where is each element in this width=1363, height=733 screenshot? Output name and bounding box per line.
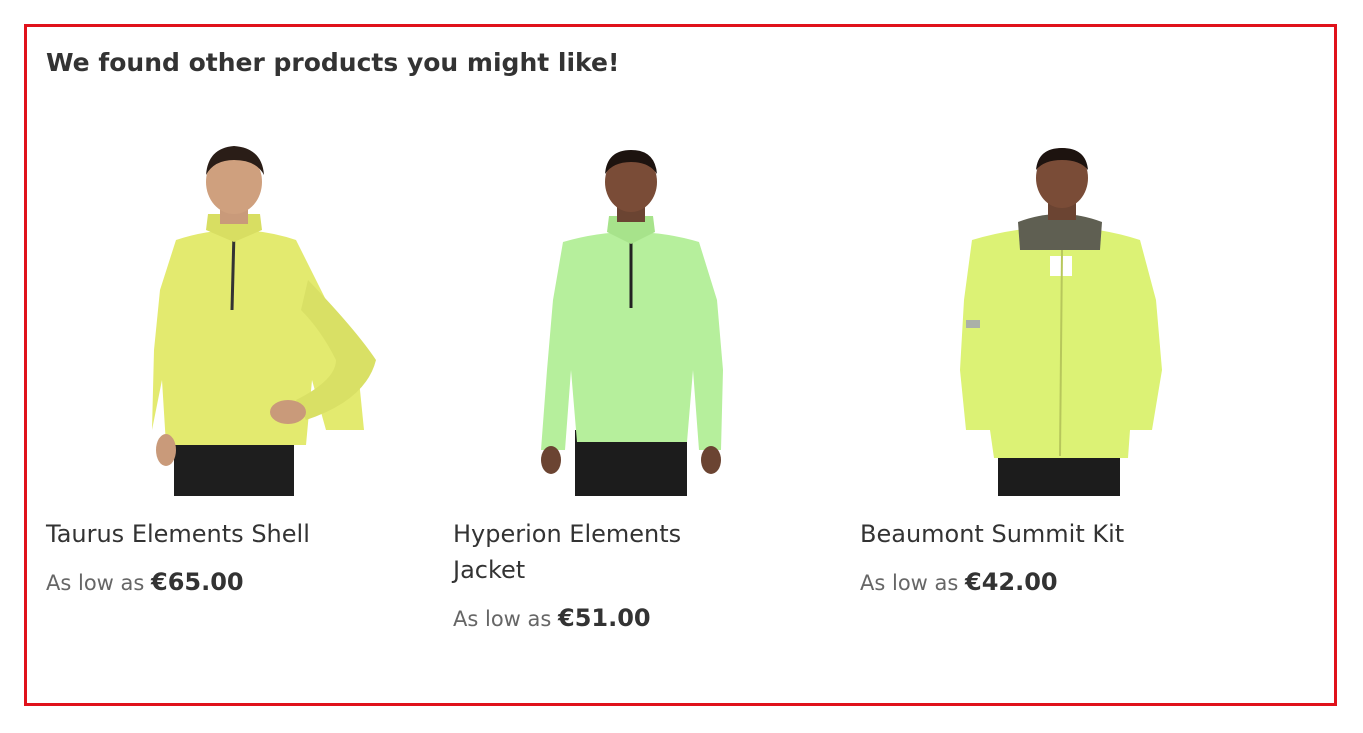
price-box: As low as €65.00 xyxy=(46,568,406,596)
product-card[interactable]: Hyperion Elements Jacket As low as €51.0… xyxy=(453,130,813,632)
price-prefix: As low as xyxy=(46,571,145,595)
price-box: As low as €42.00 xyxy=(860,568,1220,596)
product-name-link[interactable]: Hyperion Elements Jacket xyxy=(453,516,753,588)
person-photo-icon xyxy=(960,148,1162,496)
product-card[interactable]: Beaumont Summit Kit As low as €42.00 xyxy=(860,130,1220,596)
product-name-link[interactable]: Taurus Elements Shell xyxy=(46,516,346,552)
product-name-link[interactable]: Beaumont Summit Kit xyxy=(860,516,1160,552)
price-prefix: As low as xyxy=(860,571,959,595)
price-amount: €42.00 xyxy=(965,568,1058,596)
price-amount: €51.00 xyxy=(558,604,651,632)
price-box: As low as €51.00 xyxy=(453,604,813,632)
price-amount: €65.00 xyxy=(151,568,244,596)
price-prefix: As low as xyxy=(453,607,552,631)
person-photo-icon xyxy=(152,146,376,496)
product-card[interactable]: Taurus Elements Shell As low as €65.00 xyxy=(46,130,406,596)
product-image[interactable] xyxy=(495,130,795,496)
product-image[interactable] xyxy=(900,130,1200,496)
person-photo-icon xyxy=(541,150,723,496)
section-title: We found other products you might like! xyxy=(46,48,620,77)
product-image[interactable] xyxy=(96,130,396,496)
